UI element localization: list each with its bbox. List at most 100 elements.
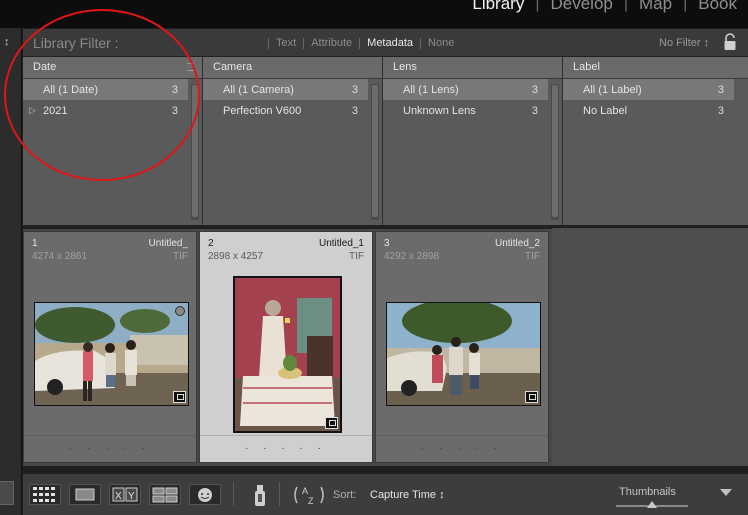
compare-view-icon: X Y <box>112 487 138 502</box>
people-view-icon <box>198 488 212 502</box>
compare-view-button[interactable]: X Y <box>109 484 141 505</box>
cell-divider <box>376 435 548 436</box>
photo-grid: 1 Untitled_ 4274 x 2861 TIF · · · · · 2 … <box>23 229 553 466</box>
photo-index: 2 <box>208 238 214 249</box>
column-header-label: Label <box>573 61 600 73</box>
expand-arrow-icon[interactable]: ↕ <box>4 36 10 48</box>
survey-view-button[interactable] <box>149 484 181 505</box>
column-header[interactable]: Lens <box>383 57 562 79</box>
quick-collection-icon[interactable] <box>175 306 185 316</box>
column-scrollbar[interactable] <box>191 84 199 220</box>
filter-row[interactable]: No Label 3 <box>563 100 734 121</box>
woman-at-table-photo-image <box>235 278 340 431</box>
module-picker-bar: Library | Develop | Map | Book <box>0 0 748 28</box>
filter-row-label: 2021 <box>43 105 68 117</box>
filter-row[interactable]: ▷ 2021 3 <box>23 100 188 121</box>
photo-filetype: TIF <box>349 251 364 262</box>
photo-cell[interactable]: 1 Untitled_ 4274 x 2861 TIF · · · · · <box>23 231 197 463</box>
cell-divider <box>24 435 196 436</box>
filter-row[interactable]: All (1 Date) 3 <box>23 79 188 100</box>
filter-row-count: 3 <box>717 84 724 96</box>
loupe-view-button[interactable] <box>69 484 101 505</box>
filter-row[interactable]: All (1 Lens) 3 <box>383 79 548 100</box>
filter-row-count: 3 <box>531 105 538 117</box>
module-book[interactable]: Book <box>687 0 748 14</box>
library-filter-title: Library Filter : <box>33 35 119 51</box>
module-map[interactable]: Map <box>628 0 683 14</box>
column-header[interactable]: Date <box>23 57 202 79</box>
svg-text:Z: Z <box>308 496 314 506</box>
filter-row-label: All (1 Lens) <box>403 84 459 96</box>
toolbar-menu-chevron-down-icon[interactable] <box>720 489 732 496</box>
tab-metadata[interactable]: Metadata <box>367 37 413 49</box>
column-scrollbar[interactable] <box>371 84 379 220</box>
filter-row[interactable]: Unknown Lens 3 <box>383 100 548 121</box>
column-camera: Camera All (1 Camera) 3 Perfection V600 … <box>203 57 383 225</box>
library-toolbar: X Y A Z Sort: Capture Time ↕ Thumbnails <box>23 473 748 515</box>
tab-text[interactable]: Text <box>276 37 296 49</box>
rating-dots[interactable]: · · · · · <box>200 443 372 454</box>
people-view-button[interactable] <box>189 484 221 505</box>
column-date: Date All (1 Date) 3 ▷ 2021 3 <box>23 57 203 225</box>
survey-view-icon <box>152 487 178 503</box>
photo-filename: Untitled_2 <box>494 238 540 249</box>
svg-text:A: A <box>302 486 308 496</box>
column-scrollbar[interactable] <box>551 84 559 220</box>
column-header[interactable]: Label <box>563 57 748 79</box>
filter-row[interactable]: All (1 Camera) 3 <box>203 79 368 100</box>
photo-cell-selected[interactable]: 2 Untitled_1 2898 x 4257 TIF · · · · · <box>199 231 373 463</box>
filter-row-label: All (1 Date) <box>43 84 99 96</box>
left-panel-toggle[interactable] <box>0 481 14 505</box>
grid-view-icon <box>33 487 55 502</box>
photo-filetype: TIF <box>525 251 540 262</box>
photo-index: 1 <box>32 238 38 249</box>
photo-dimensions: 4292 x 2898 <box>384 251 440 262</box>
filter-row-label: All (1 Label) <box>583 84 642 96</box>
column-header-label: Date <box>33 61 57 73</box>
photo-index: 3 <box>384 238 390 249</box>
disclosure-triangle-icon[interactable]: ▷ <box>29 105 36 116</box>
loupe-view-icon <box>75 488 95 501</box>
left-panel-collapsed[interactable]: ↕ <box>0 28 22 515</box>
tab-divider <box>268 37 269 49</box>
virtual-copy-badge-icon <box>173 391 186 403</box>
filter-row-count: 3 <box>351 84 358 96</box>
filter-row[interactable]: All (1 Label) 3 <box>563 79 734 100</box>
module-picker: Library | Develop | Map | Book <box>461 0 748 14</box>
library-filter-bar: Library Filter : Text Attribute Metadata… <box>23 29 748 57</box>
virtual-copy-badge-icon <box>325 417 338 429</box>
photo-thumbnail[interactable] <box>386 302 541 406</box>
photo-thumbnail[interactable] <box>34 302 189 406</box>
tab-divider <box>359 37 361 49</box>
svg-text:X: X <box>115 491 122 502</box>
tab-attribute[interactable]: Attribute <box>311 37 352 49</box>
filter-row-count: 3 <box>171 84 178 96</box>
photo-cell[interactable]: 3 Untitled_2 4292 x 2898 TIF · · · · · <box>375 231 549 463</box>
tab-none[interactable]: None <box>428 37 454 49</box>
grid-empty-area <box>552 228 748 466</box>
lightroom-window: Library | Develop | Map | Book ↕ Library… <box>0 0 748 515</box>
rating-dots[interactable]: · · · · · <box>24 443 196 454</box>
grid-view-button[interactable] <box>29 484 61 505</box>
metadata-filter-columns: Date All (1 Date) 3 ▷ 2021 3 Camera All … <box>23 57 748 227</box>
filter-row[interactable]: Perfection V600 3 <box>203 100 368 121</box>
module-library[interactable]: Library <box>461 0 535 14</box>
virtual-copy-badge-icon <box>525 391 538 403</box>
rating-dots[interactable]: · · · · · <box>376 443 548 454</box>
photo-filename: Untitled_ <box>148 238 188 249</box>
painter-spray-icon[interactable] <box>252 482 268 508</box>
photo-thumbnail[interactable] <box>233 276 342 433</box>
column-header[interactable]: Camera <box>203 57 382 79</box>
module-develop[interactable]: Develop <box>539 0 623 14</box>
photo-dimensions: 2898 x 4257 <box>208 251 264 262</box>
tab-divider <box>420 37 422 49</box>
sort-dropdown[interactable]: Capture Time ↕ <box>370 489 445 501</box>
filter-preset-dropdown[interactable]: No Filter ↕ <box>659 37 709 49</box>
slider-handle[interactable] <box>647 501 657 508</box>
lock-icon[interactable] <box>723 33 737 51</box>
toolbar-divider <box>279 482 280 506</box>
column-options-icon[interactable] <box>187 63 194 71</box>
group-by-car-photo-image <box>387 303 540 405</box>
filter-row-count: 3 <box>171 105 178 117</box>
sort-direction-icon[interactable]: A Z <box>291 483 327 507</box>
